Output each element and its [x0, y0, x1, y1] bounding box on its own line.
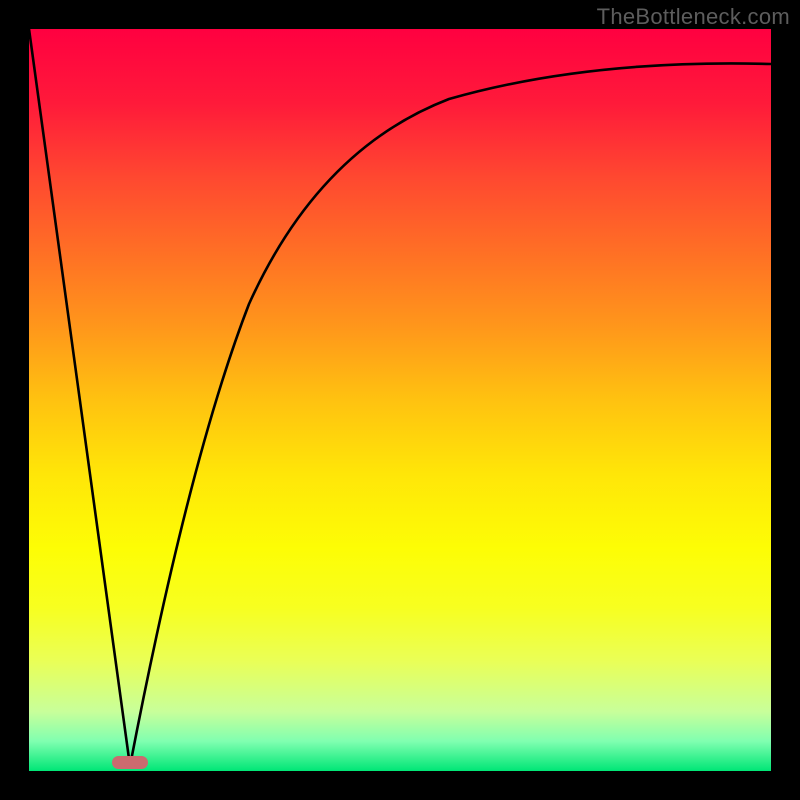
curve-left-branch [29, 29, 130, 766]
watermark-text: TheBottleneck.com [597, 4, 790, 30]
chart-frame: TheBottleneck.com [0, 0, 800, 800]
bottleneck-curve [29, 29, 771, 771]
plot-area [29, 29, 771, 771]
optimum-marker [112, 756, 148, 769]
curve-right-branch [130, 63, 771, 766]
